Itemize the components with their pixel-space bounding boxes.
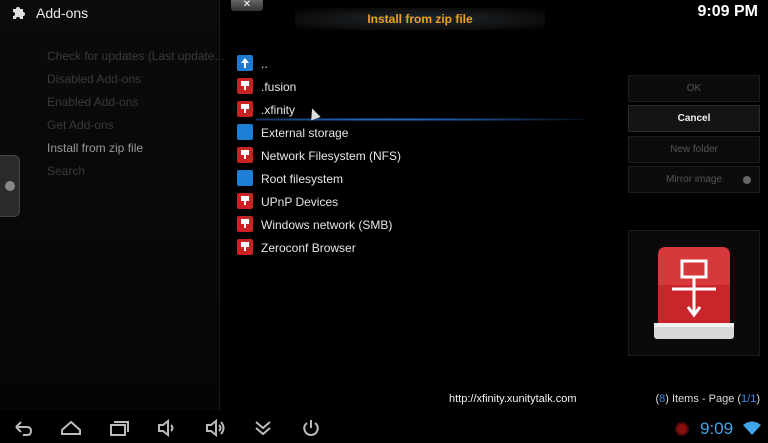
side-handle-dot-icon <box>4 181 15 191</box>
list-item-fusion[interactable]: .fusion <box>236 75 596 98</box>
list-item-xfinity[interactable]: .xfinity <box>236 98 596 121</box>
app-title: Add-ons <box>36 5 89 21</box>
list-item-label: Network Filesystem (NFS) <box>261 148 402 163</box>
close-button[interactable]: ✕ <box>231 0 263 11</box>
list-item-root-filesystem[interactable]: Root filesystem <box>236 167 596 190</box>
record-indicator-icon <box>675 422 689 436</box>
red-drive-icon <box>237 239 253 255</box>
preview-panel <box>628 230 760 356</box>
hide-bar-icon[interactable] <box>252 419 274 437</box>
items-label: ) Items - Page ( <box>665 393 742 405</box>
side-menu-handle[interactable] <box>0 155 20 217</box>
menu-item-disabled-addons[interactable]: Disabled Add-ons <box>47 71 224 94</box>
mirror-image-label: Mirror image <box>665 174 723 185</box>
wifi-icon <box>743 421 761 435</box>
list-item-label: External storage <box>261 125 349 140</box>
red-drive-icon <box>237 216 253 232</box>
menu-item-enabled-addons[interactable]: Enabled Add-ons <box>47 94 224 117</box>
menu-item-check-updates[interactable]: Check for updates (Last update... <box>47 48 224 71</box>
network-drive-icon <box>654 247 734 339</box>
list-item-label: .fusion <box>261 79 297 94</box>
list-item-label: .xfinity <box>261 102 296 117</box>
back-icon[interactable] <box>12 419 34 437</box>
red-drive-icon <box>237 193 253 209</box>
cancel-button[interactable]: Cancel <box>628 105 760 132</box>
red-drive-icon <box>237 101 253 117</box>
file-list: .. .fusion .xfinity External storage Net… <box>236 52 596 259</box>
red-drive-icon <box>237 147 253 163</box>
list-item-parent[interactable]: .. <box>236 52 596 75</box>
ok-button[interactable]: OK <box>628 75 760 102</box>
list-item-label: Windows network (SMB) <box>261 217 393 232</box>
items-page-count: (8) Items - Page (1/1) <box>655 393 760 405</box>
list-item-zeroconf[interactable]: Zeroconf Browser <box>236 236 596 259</box>
blue-drive-icon <box>237 170 253 186</box>
repository-url: http://xfinity.xunitytalk.com <box>449 393 577 405</box>
list-item-smb[interactable]: Windows network (SMB) <box>236 213 596 236</box>
list-item-label: Zeroconf Browser <box>261 240 356 255</box>
recent-apps-icon[interactable] <box>108 419 130 437</box>
red-drive-icon <box>237 78 253 94</box>
menu-item-install-zip[interactable]: Install from zip file <box>47 140 224 163</box>
android-nav-bar: 9:09 <box>0 413 768 443</box>
home-icon[interactable] <box>60 419 82 437</box>
dialog-title: Install from zip file <box>295 8 545 30</box>
mirror-image-toggle[interactable]: Mirror image <box>628 166 760 193</box>
volume-down-icon[interactable] <box>156 419 178 437</box>
up-arrow-icon <box>237 55 253 71</box>
radio-indicator-icon <box>743 176 751 184</box>
clock-top: 9:09 PM <box>697 3 758 20</box>
list-item-label: .. <box>261 56 268 71</box>
addons-panel: Add-ons Check for updates (Last update..… <box>0 0 224 410</box>
addons-header: Add-ons <box>0 0 220 26</box>
new-folder-button[interactable]: New folder <box>628 136 760 163</box>
addons-menu: Check for updates (Last update... Disabl… <box>47 48 224 186</box>
list-item-nfs[interactable]: Network Filesystem (NFS) <box>236 144 596 167</box>
list-item-external-storage[interactable]: External storage <box>236 121 596 144</box>
list-item-label: UPnP Devices <box>261 194 339 209</box>
menu-item-get-addons[interactable]: Get Add-ons <box>47 117 224 140</box>
page-value: 1/1 <box>741 393 757 405</box>
status-clock: 9:09 <box>700 419 734 438</box>
menu-item-search[interactable]: Search <box>47 163 224 186</box>
power-icon[interactable] <box>300 419 322 437</box>
list-item-upnp[interactable]: UPnP Devices <box>236 190 596 213</box>
blue-drive-icon <box>237 124 253 140</box>
puzzle-icon <box>13 7 25 19</box>
volume-up-icon[interactable] <box>204 419 226 437</box>
list-item-label: Root filesystem <box>261 171 344 186</box>
page-close: ) <box>756 393 760 405</box>
